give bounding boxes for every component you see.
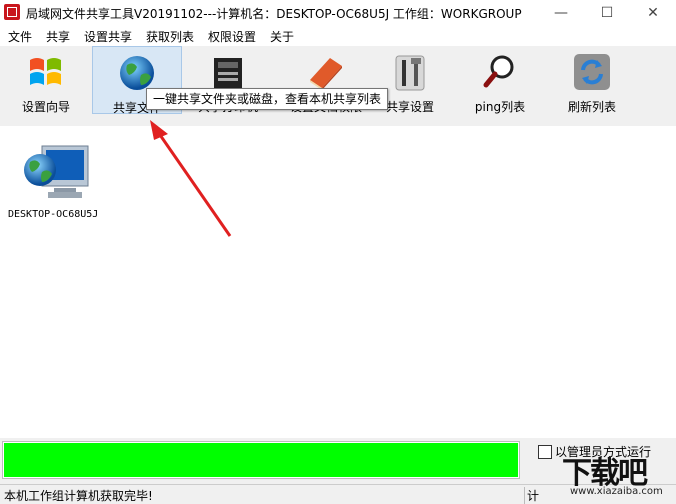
- network-computer-icon: [24, 145, 89, 198]
- tool-setup-wizard[interactable]: 设置向导: [2, 46, 90, 114]
- status-text: 本机工作组计算机获取完毕!: [4, 489, 153, 503]
- computer-list: DESKTOP-OC68U5J: [0, 126, 676, 438]
- tool-refresh-list[interactable]: 刷新列表: [556, 46, 628, 114]
- watermark-url: www.xiazaiba.com: [570, 486, 663, 497]
- windows-logo-icon: [30, 58, 61, 85]
- tool-share-settings[interactable]: 共享设置: [380, 46, 440, 114]
- maximize-button[interactable]: ☐: [584, 0, 630, 26]
- menu-bar: 文件 共享 设置共享 获取列表 权限设置 关于: [0, 26, 676, 46]
- menu-permissions[interactable]: 权限设置: [208, 28, 256, 45]
- tooltip: 一键共享文件夹或磁盘，查看本机共享列表: [146, 88, 389, 110]
- tool-label: 共享设置: [385, 100, 434, 114]
- status-text-right: 计: [524, 487, 539, 504]
- title-bar: 局域网文件共享工具V20191102---计算机名：DESKTOP-OC68U5…: [0, 0, 676, 26]
- menu-get-list[interactable]: 获取列表: [146, 28, 194, 45]
- tool-ping-list[interactable]: ping列表: [464, 46, 536, 114]
- computer-name: DESKTOP-OC68U5J: [8, 209, 99, 220]
- watermark: 下载吧 www.xiazaiba.com: [548, 448, 672, 502]
- tool-label: 刷新列表: [567, 100, 616, 114]
- book-icon: [310, 58, 342, 90]
- progress-fill: [4, 443, 518, 477]
- refresh-icon: [574, 54, 610, 90]
- menu-about[interactable]: 关于: [270, 28, 294, 45]
- close-button[interactable]: ✕: [630, 0, 676, 26]
- window-title: 局域网文件共享工具V20191102---计算机名：DESKTOP-OC68U5…: [26, 7, 522, 21]
- tools-icon: [395, 55, 425, 91]
- toolbar: 设置向导 共享文件 共享打印机 设置文档权限: [0, 46, 676, 126]
- globe-icon: [120, 56, 154, 90]
- tool-label: ping列表: [474, 100, 526, 114]
- tool-label: 设置向导: [21, 100, 70, 114]
- menu-set-share[interactable]: 设置共享: [84, 28, 132, 45]
- magnifier-icon: [483, 55, 514, 88]
- app-icon: [4, 4, 20, 20]
- minimize-button[interactable]: —: [538, 0, 584, 26]
- computer-item[interactable]: DESKTOP-OC68U5J: [8, 136, 108, 220]
- menu-share[interactable]: 共享: [46, 28, 70, 45]
- printer-icon: [214, 58, 242, 88]
- menu-file[interactable]: 文件: [8, 28, 32, 45]
- progress-bar: [2, 441, 520, 479]
